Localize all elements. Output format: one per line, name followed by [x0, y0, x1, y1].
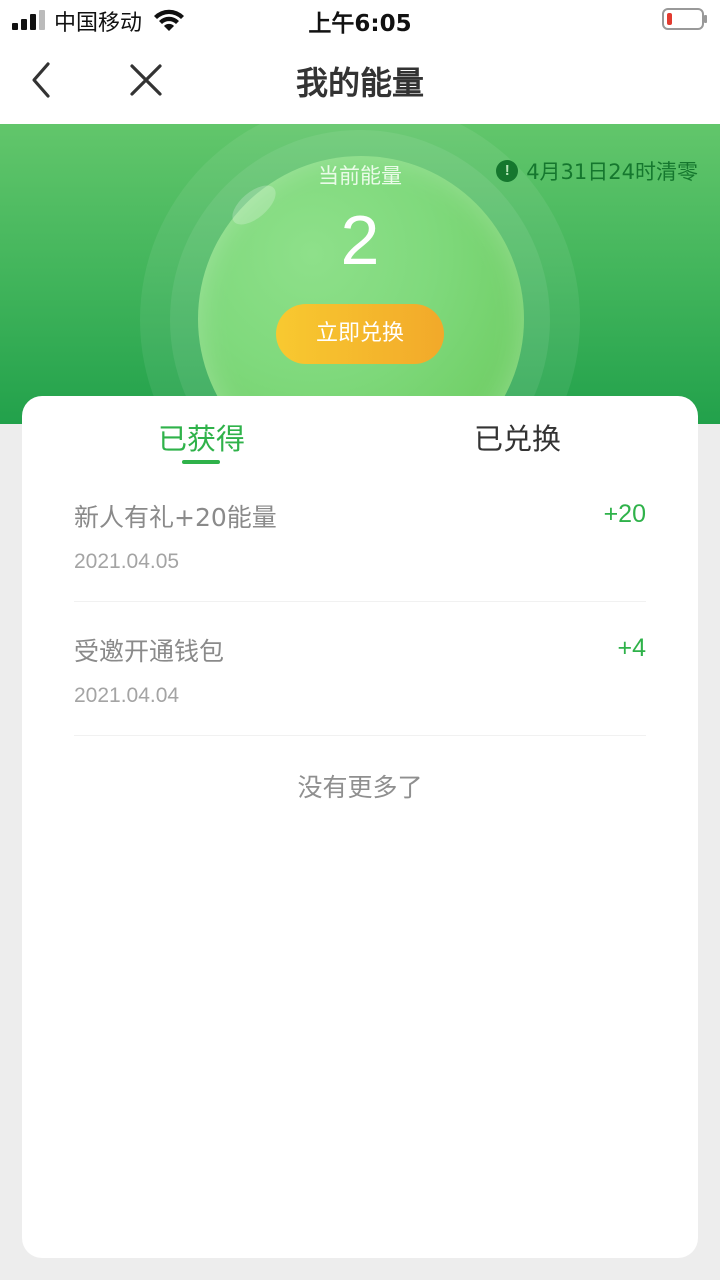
- energy-header: 当前能量 2 立即兑换 ! 4月31日24时清零: [0, 124, 720, 424]
- record-amount: +4: [617, 634, 646, 662]
- tab-redeemed[interactable]: 已兑换: [474, 416, 561, 458]
- list-item: 新人有礼+20能量 2021.04.05 +20: [74, 468, 646, 602]
- nav-bar: 我的能量: [0, 40, 720, 124]
- list-item: 受邀开通钱包 2021.04.04 +4: [74, 602, 646, 736]
- expiry-text: 4月31日24时清零: [526, 160, 698, 184]
- page-title: 我的能量: [295, 64, 424, 102]
- energy-value: 2: [340, 201, 380, 279]
- record-date: 2021.04.04: [74, 684, 180, 707]
- record-date: 2021.04.05: [74, 550, 180, 573]
- records-card: 已获得 已兑换 新人有礼+20能量 2021.04.05 +20 受邀开通钱包 …: [22, 396, 698, 1258]
- expiry-notice: ! 4月31日24时清零: [496, 156, 698, 186]
- status-bar: 中国移动 上午6:05: [0, 0, 720, 40]
- info-icon: !: [496, 160, 519, 182]
- tab-earned[interactable]: 已获得: [158, 416, 245, 458]
- record-title: 受邀开通钱包: [74, 637, 225, 666]
- record-amount: +20: [603, 500, 646, 528]
- no-more-text: 没有更多了: [297, 773, 423, 802]
- active-tab-indicator: [182, 460, 220, 464]
- record-title: 新人有礼+20能量: [74, 503, 277, 532]
- redeem-now-button[interactable]: 立即兑换: [276, 304, 444, 364]
- clock: 上午6:05: [308, 11, 412, 37]
- battery-icon: [662, 8, 707, 30]
